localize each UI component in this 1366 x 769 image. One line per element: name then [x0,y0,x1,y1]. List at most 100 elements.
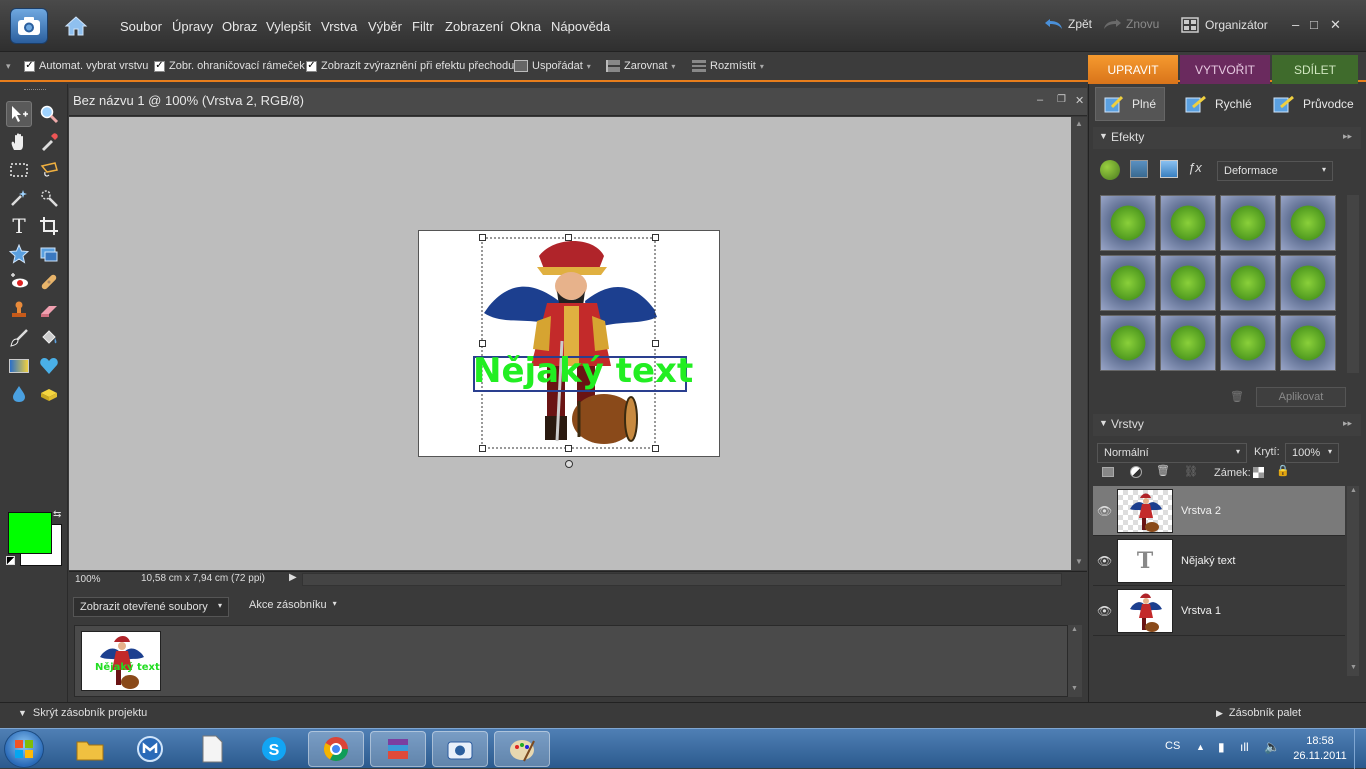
canvas-vertical-scrollbar[interactable]: ▲ ▼ [1071,117,1087,570]
canvas-horizontal-scrollbar[interactable] [302,573,1062,586]
menu-help[interactable]: Nápověda [551,19,610,34]
paint-bucket-tool-icon[interactable] [36,325,62,351]
project-bin-scrollbar[interactable]: ▲ ▼ [1068,625,1082,697]
quick-selection-tool-icon[interactable] [36,185,62,211]
gradient-tool-icon[interactable] [6,353,32,379]
collapse-icon[interactable]: ▼ [1099,418,1108,428]
effect-thumbnail[interactable] [1100,255,1156,311]
document-image[interactable]: Nějaký text [418,230,720,457]
healing-brush-tool-icon[interactable] [36,269,62,295]
straighten-tool-icon[interactable] [36,241,62,267]
hand-tool-icon[interactable] [6,129,32,155]
clone-stamp-tool-icon[interactable] [6,297,32,323]
lock-transparency-icon[interactable] [1253,467,1264,478]
photoshop-elements-icon[interactable] [432,731,488,767]
transform-handle[interactable] [565,445,572,452]
transform-handle[interactable] [565,234,572,241]
scroll-up-icon[interactable]: ▲ [1075,119,1083,128]
auto-select-layer-checkbox[interactable]: ✓ Automat. vybrat vrstvu [24,60,148,72]
transform-handle[interactable] [479,445,486,452]
system-clock[interactable]: 18:58 26.11.2011 [1290,734,1350,764]
menu-image[interactable]: Obraz [222,19,257,34]
chrome-icon[interactable] [308,731,364,767]
document-icon[interactable] [184,731,240,767]
lasso-tool-icon[interactable] [36,157,62,183]
layers-panel-header[interactable]: ▼ Vrstvy ▸▸ [1093,414,1361,436]
trash-icon[interactable]: 🗑 [1230,390,1244,403]
menu-filter[interactable]: Filtr [412,19,434,34]
brush-tool-icon[interactable] [6,325,32,351]
keyboard-language[interactable]: CS [1165,740,1180,752]
swap-colors-icon[interactable]: ⇆ [53,509,61,520]
network-signal-icon[interactable]: ıll [1240,740,1249,754]
transform-handle[interactable] [652,340,659,347]
palette-bin-button[interactable]: ▶ Zásobník palet [1216,707,1301,719]
scroll-up-icon[interactable]: ▲ [1071,626,1078,633]
layers-scrollbar[interactable]: ▲ ▼ [1347,486,1359,676]
show-highlight-checkbox[interactable]: ✓ Zobrazit zvýraznění při efektu přechod… [306,60,514,72]
options-menu-arrow-icon[interactable]: ▾ [6,61,11,72]
effect-thumbnail[interactable] [1160,255,1216,311]
new-layer-icon[interactable] [1102,467,1114,477]
zoom-level[interactable]: 100% [75,574,101,585]
scroll-up-icon[interactable]: ▲ [1350,487,1357,494]
effect-thumbnail[interactable] [1280,195,1336,251]
layer-row-vrstva-1[interactable]: 👁 Vrstva 1 [1093,586,1345,636]
doc-close-icon[interactable]: ✕ [1075,94,1084,107]
toolbox-grip[interactable] [24,89,46,91]
scroll-down-icon[interactable]: ▼ [1350,664,1357,671]
doc-restore-icon[interactable]: ❐ [1057,94,1066,105]
show-open-files-dropdown[interactable]: Zobrazit otevřené soubory ▾ [73,597,229,617]
paint-icon[interactable] [494,731,550,767]
battery-icon[interactable]: ▮ [1218,740,1225,754]
effect-thumbnail[interactable] [1220,195,1276,251]
open-file-thumbnail[interactable]: Nějaký text [81,631,161,691]
transform-handle[interactable] [479,340,486,347]
bin-actions-menu[interactable]: Akce zásobníku ▾ [249,599,337,611]
align-dropdown[interactable]: Zarovnat ▾ [606,60,675,72]
effect-thumbnail[interactable] [1160,195,1216,251]
menu-select[interactable]: Výběr [368,19,402,34]
effect-thumbnail[interactable] [1100,315,1156,371]
doc-minimize-icon[interactable]: – [1037,94,1043,106]
tab-share[interactable]: SDÍLET [1272,55,1358,84]
zoom-tool-icon[interactable] [36,101,62,127]
effect-thumbnail[interactable] [1280,255,1336,311]
menu-view[interactable]: Zobrazení [445,19,504,34]
foreground-color-swatch-front[interactable] [8,512,52,554]
blur-tool-icon[interactable] [6,381,32,407]
collapse-icon[interactable]: ▼ [1099,131,1108,141]
layer-styles-icon[interactable] [1130,160,1148,178]
canvas-text[interactable]: Nějaký text [473,351,693,391]
menu-enhance[interactable]: Vylepšit [266,19,311,34]
delete-layer-icon[interactable]: 🗑 [1156,464,1170,477]
eye-icon[interactable]: 👁 [1097,504,1112,518]
distribute-dropdown[interactable]: Rozmístit ▾ [692,60,764,72]
apply-effect-button[interactable]: Aplikovat [1256,387,1346,407]
effect-thumbnail[interactable] [1160,315,1216,371]
home-icon[interactable] [60,10,92,42]
eraser-tool-icon[interactable] [36,297,62,323]
link-layers-icon[interactable]: ⛓ [1184,465,1198,478]
tab-edit-quick[interactable]: Rychlé [1177,87,1260,121]
filters-icon[interactable] [1100,160,1120,180]
menu-edit[interactable]: Úpravy [172,19,213,34]
undo-button[interactable]: Zpět [1044,17,1092,31]
menu-window[interactable]: Okna [510,19,541,34]
menu-layer[interactable]: Vrstva [321,19,357,34]
opacity-field[interactable]: 100% ▾ [1285,443,1339,463]
document-title-bar[interactable]: Bez názvu 1 @ 100% (Vrstva 2, RGB/8) – ❐… [69,88,1087,116]
blend-mode-dropdown[interactable]: Normální ▾ [1097,443,1247,463]
tab-edit-full[interactable]: Plné [1095,87,1165,121]
default-colors-icon[interactable] [6,556,15,565]
media-center-icon[interactable] [122,731,178,767]
minimize-icon[interactable]: – [1292,17,1299,32]
tab-create[interactable]: VYTVOŘIT [1180,55,1270,84]
marquee-tool-icon[interactable] [6,157,32,183]
panel-menu-icon[interactable]: ▸▸ [1343,131,1352,142]
rotate-handle-icon[interactable] [565,460,573,468]
effects-scrollbar[interactable] [1347,195,1359,373]
move-tool-icon[interactable] [6,101,32,127]
tab-edit-guided[interactable]: Průvodce [1265,87,1362,121]
crop-tool-icon[interactable] [36,213,62,239]
